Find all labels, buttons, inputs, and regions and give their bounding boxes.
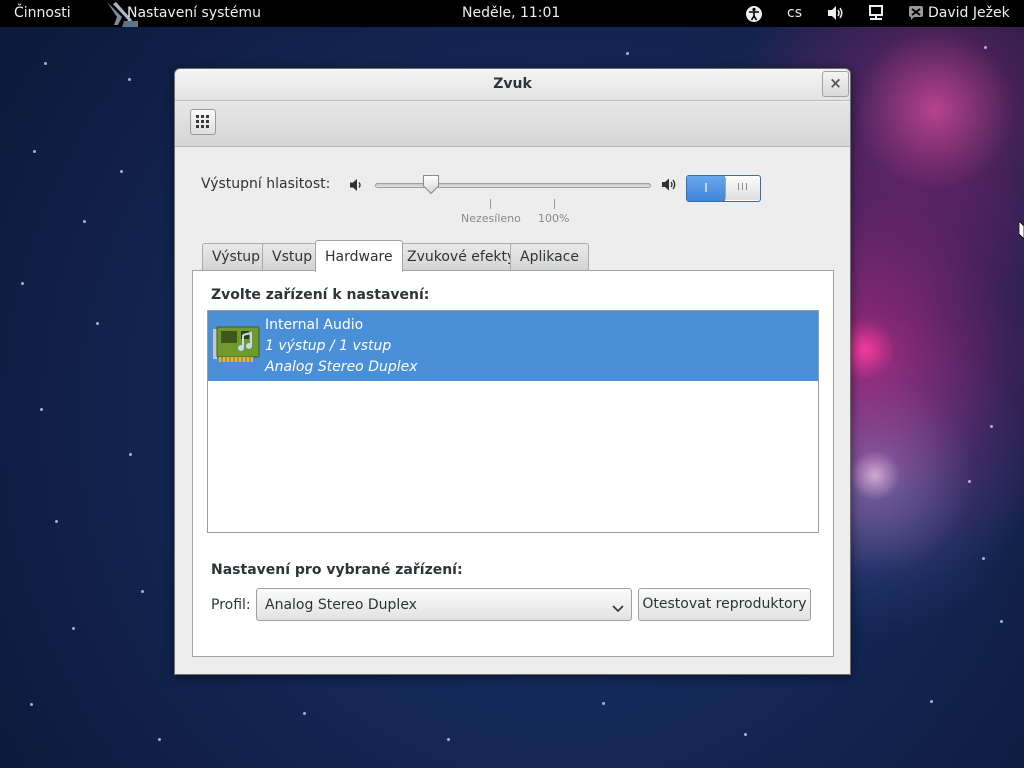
device-ports: 1 výstup / 1 vstup bbox=[265, 338, 392, 354]
tick-label-100: 100% bbox=[538, 212, 570, 225]
star bbox=[602, 702, 605, 705]
tick-100 bbox=[554, 199, 555, 209]
top-bar: Činnosti Nastavení systému Neděle, 11:01… bbox=[0, 0, 1024, 27]
star bbox=[984, 46, 987, 49]
star bbox=[744, 733, 747, 736]
app-menu-button[interactable]: Nastavení systému bbox=[127, 5, 261, 22]
tick-unamplified bbox=[490, 199, 491, 209]
star bbox=[990, 425, 993, 428]
mute-toggle-switch[interactable]: I III bbox=[686, 175, 761, 202]
device-profile: Analog Stereo Duplex bbox=[265, 359, 418, 375]
star bbox=[83, 220, 86, 223]
star bbox=[40, 408, 43, 411]
sound-settings-window: Zvuk × Výstupní hlasitost: Nezesíleno 10… bbox=[174, 68, 851, 675]
clock-button[interactable]: Neděle, 11:01 bbox=[462, 5, 560, 22]
accessibility-icon[interactable] bbox=[745, 5, 763, 28]
audio-card-icon bbox=[213, 323, 261, 371]
star bbox=[21, 282, 24, 285]
profile-label: Profil: bbox=[211, 597, 251, 613]
device-list[interactable]: Internal Audio 1 výstup / 1 vstup Analog… bbox=[207, 310, 819, 533]
window-titlebar[interactable]: Zvuk × bbox=[175, 69, 850, 101]
network-wired-icon[interactable] bbox=[868, 5, 884, 27]
profile-select[interactable]: Analog Stereo Duplex bbox=[256, 588, 632, 621]
star bbox=[128, 78, 131, 81]
activities-button[interactable]: Činnosti bbox=[14, 5, 71, 22]
profile-select-value: Analog Stereo Duplex bbox=[265, 597, 417, 613]
chevron-down-icon bbox=[612, 601, 624, 617]
tab-output[interactable]: Výstup bbox=[202, 243, 271, 271]
window-title: Zvuk bbox=[493, 76, 532, 92]
tab-input[interactable]: Vstup bbox=[262, 243, 323, 271]
star bbox=[626, 52, 629, 55]
volume-high-icon bbox=[661, 177, 679, 196]
star bbox=[968, 480, 971, 483]
user-menu-button[interactable]: David Ježek bbox=[928, 5, 1010, 22]
star bbox=[930, 700, 933, 703]
star bbox=[129, 453, 132, 456]
user-chat-icon[interactable] bbox=[908, 5, 924, 25]
test-speakers-button[interactable]: Otestovat reproduktory bbox=[638, 588, 811, 621]
selected-device-settings-heading: Nastavení pro vybrané zařízení: bbox=[211, 562, 463, 578]
switch-on-indicator: I bbox=[687, 176, 725, 201]
choose-device-heading: Zvolte zařízení k nastavení: bbox=[211, 287, 430, 303]
star bbox=[447, 738, 450, 741]
output-volume-slider-handle[interactable] bbox=[422, 174, 440, 199]
star bbox=[303, 712, 306, 715]
star bbox=[33, 150, 36, 153]
star bbox=[44, 62, 47, 65]
show-all-icon bbox=[196, 115, 209, 128]
star bbox=[1000, 620, 1003, 623]
tab-hardware[interactable]: Hardware bbox=[315, 240, 403, 272]
speaker-icon[interactable] bbox=[827, 5, 845, 26]
tick-label-unamplified: Nezesíleno bbox=[461, 212, 521, 225]
output-volume-slider[interactable] bbox=[375, 183, 651, 188]
list-item[interactable]: Internal Audio 1 výstup / 1 vstup Analog… bbox=[208, 311, 818, 381]
hardware-tab-panel: Zvolte zařízení k nastavení: Internal Au… bbox=[192, 270, 834, 657]
star bbox=[96, 322, 99, 325]
keyboard-language-indicator[interactable]: cs bbox=[787, 5, 802, 22]
star bbox=[158, 738, 161, 741]
star bbox=[141, 590, 144, 593]
output-volume-label: Výstupní hlasitost: bbox=[201, 176, 331, 192]
star bbox=[55, 520, 58, 523]
device-name: Internal Audio bbox=[265, 317, 364, 333]
tab-sound-effects[interactable]: Zvukové efekty bbox=[397, 243, 526, 271]
tab-applications[interactable]: Aplikace bbox=[510, 243, 589, 271]
star bbox=[982, 557, 985, 560]
star bbox=[72, 627, 75, 630]
close-button[interactable]: × bbox=[822, 71, 849, 97]
mouse-cursor-icon bbox=[1018, 220, 1024, 243]
switch-knob[interactable]: III bbox=[725, 177, 760, 200]
star bbox=[120, 170, 123, 173]
volume-low-icon bbox=[349, 178, 364, 196]
show-all-settings-button[interactable] bbox=[190, 109, 216, 135]
star bbox=[30, 703, 33, 706]
toolbar bbox=[175, 102, 850, 147]
